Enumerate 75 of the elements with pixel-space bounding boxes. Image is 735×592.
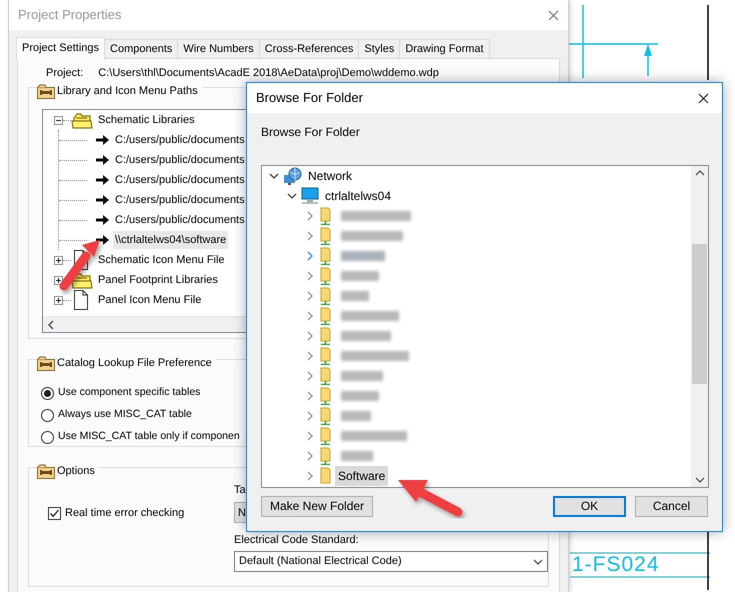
option-label[interactable]: Use MISC_CAT table only if componen: [58, 429, 240, 445]
annotation-arrow: [398, 480, 462, 516]
tree-item[interactable]: C:/users/public/documents: [113, 150, 247, 170]
shared-folder-icon: [319, 367, 332, 385]
shared-folder-icon: [319, 427, 332, 445]
close-icon: [698, 92, 708, 104]
checkbox-label[interactable]: Real time error checking: [65, 504, 184, 522]
tree-item[interactable]: Network: [305, 166, 356, 186]
folder-icon: [319, 467, 332, 485]
folder-tool-icon: [37, 464, 55, 478]
project-path: C:\Users\thl\Documents\AcadE 2018\AeData\proj\Demo\wddemo.wdp: [98, 66, 439, 81]
computer-icon: [301, 187, 319, 205]
radio-button[interactable]: [41, 430, 54, 444]
shared-folder-icon: [319, 347, 332, 365]
tree-item[interactable]: ctrlaltelws04: [322, 186, 394, 206]
drawing-label: 1-FS024: [572, 553, 660, 577]
window-title: Browse For Folder: [256, 89, 363, 108]
arrow-icon: [95, 154, 110, 166]
shared-folder-icon: [319, 287, 332, 305]
dialog-prompt: Browse For Folder: [260, 124, 361, 141]
shared-folder-icon: [319, 327, 332, 345]
shared-folder-icon: [319, 407, 332, 425]
close-icon: [548, 10, 558, 20]
tree-item[interactable]: C:/users/public/documents: [113, 190, 247, 210]
tree-item[interactable]: Schematic Libraries: [96, 110, 197, 130]
caret-icon: [533, 558, 543, 564]
project-label: Project:: [46, 66, 84, 81]
network-icon: [283, 167, 302, 185]
arrow-icon: [95, 194, 110, 206]
arrow-icon: [95, 214, 110, 226]
folder-tool-icon: [37, 84, 55, 98]
option-label[interactable]: Always use MISC_CAT table: [58, 407, 192, 423]
scroll-thumb[interactable]: [692, 244, 707, 384]
folders-icon: [71, 112, 93, 128]
tree-item[interactable]: C:/users/public/documents: [113, 210, 247, 230]
tree-item[interactable]: Software: [335, 466, 388, 486]
tree-item[interactable]: C:/users/public/documents: [113, 170, 247, 190]
folders-icon: [71, 272, 93, 288]
shared-folder-icon: [319, 227, 332, 245]
field-label: Electrical Code Standard:: [234, 534, 359, 546]
expand-icon[interactable]: [54, 276, 63, 284]
dialog-button[interactable]: OK: [553, 496, 626, 517]
group-title: Catalog Lookup File Preference: [57, 356, 212, 371]
tree-item[interactable]: C:/users/public/documents: [113, 130, 247, 150]
dialog-button[interactable]: Cancel: [635, 496, 708, 517]
vertical-scrollbar[interactable]: [691, 166, 708, 487]
dropdown-field[interactable]: Default (National Electrical Code): [234, 551, 548, 572]
group-title: Options: [57, 464, 95, 479]
tree-item[interactable]: \\ctrlaltelws04\software: [113, 230, 228, 250]
tab[interactable]: Drawing Format: [399, 39, 490, 58]
tree-item[interactable]: Panel Footprint Libraries: [96, 270, 220, 290]
radio-button[interactable]: [41, 386, 54, 400]
expand-icon[interactable]: [54, 296, 63, 304]
shared-folder-icon: [319, 267, 332, 285]
shared-folder-icon: [319, 387, 332, 405]
option-label[interactable]: Use component specific tables: [58, 385, 200, 401]
tree-item[interactable]: Panel Icon Menu File: [96, 290, 204, 310]
tab[interactable]: Project Settings: [16, 37, 106, 59]
expand-icon[interactable]: [54, 256, 63, 264]
arrow-icon: [95, 134, 110, 146]
collapse-icon[interactable]: [54, 116, 63, 124]
annotation-arrow: [60, 240, 100, 290]
shared-folder-icon: [319, 207, 332, 225]
shared-folder-icon: [319, 247, 332, 265]
shared-folder-icon: [319, 307, 332, 325]
group-title: Library and Icon Menu Paths: [57, 84, 198, 99]
shared-folder-icon: [319, 447, 332, 465]
make-folder-button[interactable]: Make New Folder: [261, 496, 374, 517]
arrow-icon: [95, 174, 110, 186]
field-label: Ta: [234, 484, 246, 496]
radio-button[interactable]: [41, 408, 54, 422]
folder-tool-icon: [37, 356, 55, 370]
tree-item[interactable]: Schematic Icon Menu File: [96, 250, 227, 270]
window-title: Project Properties: [18, 6, 122, 24]
checkbox[interactable]: [48, 506, 61, 520]
